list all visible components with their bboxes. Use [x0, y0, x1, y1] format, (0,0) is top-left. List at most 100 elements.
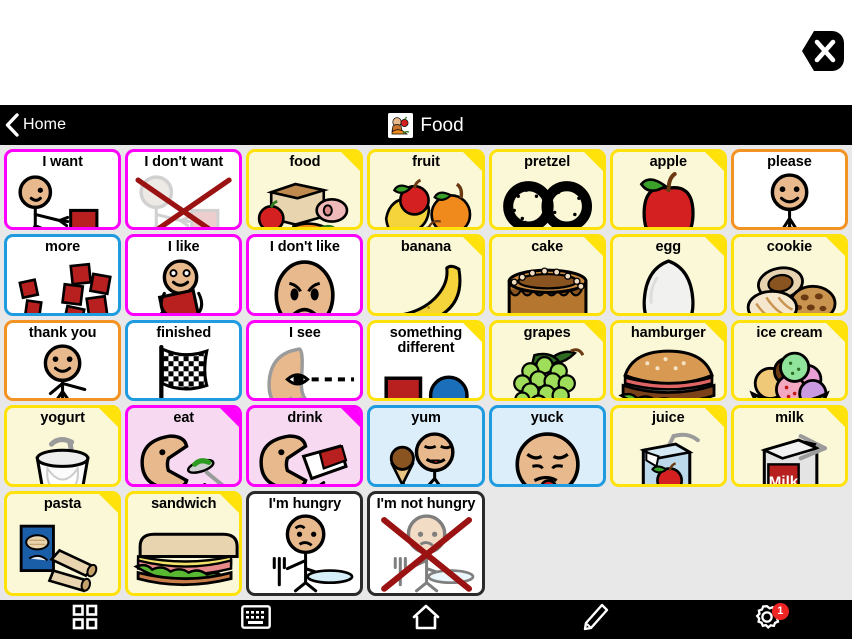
grid-cell-something-different[interactable]: something different [367, 319, 485, 402]
aac-app-window: Home Food I want I don't want food fruit pre… [0, 0, 852, 639]
cell-label: banana [400, 239, 452, 256]
cell-corner-marker [704, 237, 724, 257]
person-reaching-crossed-icon [128, 170, 239, 228]
cell-label: cookie [766, 239, 813, 256]
grid-cell-hamburger[interactable]: hamburger [609, 319, 727, 402]
grid-cell-milk[interactable]: milk Milk [730, 405, 848, 487]
back-home-button[interactable]: Home [0, 105, 66, 145]
disgusted-face-icon [492, 426, 603, 484]
grid-cell-yum[interactable]: yum [367, 405, 485, 487]
grid-cell-sandwich[interactable]: sandwich [125, 490, 243, 596]
cell-label: eat [173, 410, 195, 427]
page-title-group: Food [0, 105, 852, 145]
cell-corner-marker [220, 493, 240, 513]
grid-cell-cookie[interactable]: cookie [730, 234, 848, 316]
cell-label: finished [156, 324, 212, 341]
cell-corner-marker [341, 408, 361, 428]
grid-cell-i-like[interactable]: I like [125, 234, 243, 316]
banana-icon [370, 255, 481, 313]
close-button[interactable] [780, 27, 844, 75]
hamburger-icon [613, 341, 724, 399]
checkered-flag-icon [128, 341, 239, 399]
square-circle-icon [370, 356, 481, 399]
cell-corner-marker [220, 408, 240, 428]
more-blocks-icon [7, 255, 118, 313]
grid-cell-i-m-not-hungry[interactable]: I'm not hungry [367, 490, 485, 596]
cell-label: food [289, 154, 321, 170]
edit-button[interactable] [511, 600, 681, 639]
cell-label: sandwich [151, 495, 217, 512]
grid-cell-thank-you[interactable]: thank you [4, 319, 122, 402]
cell-label: cake [531, 239, 564, 256]
keyboard-icon [240, 605, 271, 634]
cell-corner-marker [826, 322, 845, 342]
grid-cell-yogurt[interactable]: yogurt [4, 405, 122, 487]
person-reaching-icon [7, 170, 118, 228]
person-please-icon [734, 170, 845, 228]
grid-cell-i-m-hungry[interactable]: I'm hungry [246, 490, 364, 596]
grid-cell-please[interactable]: please [730, 149, 848, 231]
cell-label: pretzel [524, 154, 571, 170]
grid-cell-juice[interactable]: juice [609, 405, 727, 487]
grid-cell-more[interactable]: more [4, 234, 122, 316]
grid-cell-yuck[interactable]: yuck [488, 405, 606, 487]
grid-cell-apple[interactable]: apple [609, 149, 727, 231]
assorted-food-icon [249, 170, 360, 228]
settings-button[interactable]: 1 [682, 600, 852, 639]
grid-cell-fruit[interactable]: fruit [367, 149, 485, 231]
grid-cell-finished[interactable]: finished [125, 319, 243, 402]
ice-cream-bowl-icon [734, 341, 845, 399]
cell-label: grapes [523, 324, 571, 341]
egg-icon [613, 255, 724, 313]
cell-corner-marker [462, 237, 482, 257]
grid-cell-grapes[interactable]: grapes [488, 319, 606, 402]
cell-label: thank you [28, 324, 97, 341]
header-bar: Home Food [0, 105, 852, 145]
person-hungry-crossed-icon [370, 512, 481, 593]
cell-label: I don't like [269, 239, 340, 256]
cell-corner-marker [704, 152, 724, 171]
top-strip [0, 0, 852, 105]
grid-cell-i-see[interactable]: I see [246, 319, 364, 402]
grid-cell-pasta[interactable]: pasta [4, 490, 122, 596]
eye-looking-icon [249, 341, 360, 399]
grid-cell-pretzel[interactable]: pretzel [488, 149, 606, 231]
grid-cell-egg[interactable]: egg [609, 234, 727, 316]
mixed-fruit-icon [370, 170, 481, 228]
grid-cell-i-don-t-want[interactable]: I don't want [125, 149, 243, 231]
cell-label: egg [655, 239, 682, 256]
grid-cell-i-don-t-like[interactable]: I don't like [246, 234, 364, 316]
chevron-left-icon [4, 113, 20, 137]
cell-label: I'm not hungry [376, 495, 476, 512]
cell-label: drink [287, 410, 323, 427]
cell-label: yum [411, 410, 441, 427]
cell-label: I'm hungry [268, 495, 342, 512]
grid-view-button[interactable] [0, 600, 170, 639]
juice-box-icon [613, 426, 724, 484]
grid-cell-eat[interactable]: eat [125, 405, 243, 487]
cell-corner-marker [583, 322, 603, 342]
person-hugging-icon [128, 255, 239, 313]
cell-corner-marker [99, 408, 119, 428]
cell-label: I like [167, 239, 200, 256]
person-hungry-icon [249, 512, 360, 593]
grid-cell-i-want[interactable]: I want [4, 149, 122, 231]
home-button[interactable] [341, 600, 511, 639]
pencil-icon [583, 603, 609, 636]
grid-cell-ice-cream[interactable]: ice cream [730, 319, 848, 402]
cell-label: I see [288, 324, 321, 341]
grid-cell-food[interactable]: food [246, 149, 364, 231]
back-home-label: Home [23, 116, 67, 133]
milk-carton-icon: Milk [734, 426, 845, 484]
cell-corner-marker [583, 152, 603, 171]
keyboard-button[interactable] [170, 600, 340, 639]
page-title: Food [420, 114, 464, 136]
grid-cell-drink[interactable]: drink [246, 405, 364, 487]
cell-label: I don't want [144, 154, 224, 170]
person-eating-icon [128, 426, 239, 484]
yogurt-cup-icon [7, 426, 118, 484]
cell-label: milk [775, 410, 804, 427]
grid-cell-cake[interactable]: cake [488, 234, 606, 316]
grid-cell-banana[interactable]: banana [367, 234, 485, 316]
grid-view-icon [72, 604, 98, 635]
